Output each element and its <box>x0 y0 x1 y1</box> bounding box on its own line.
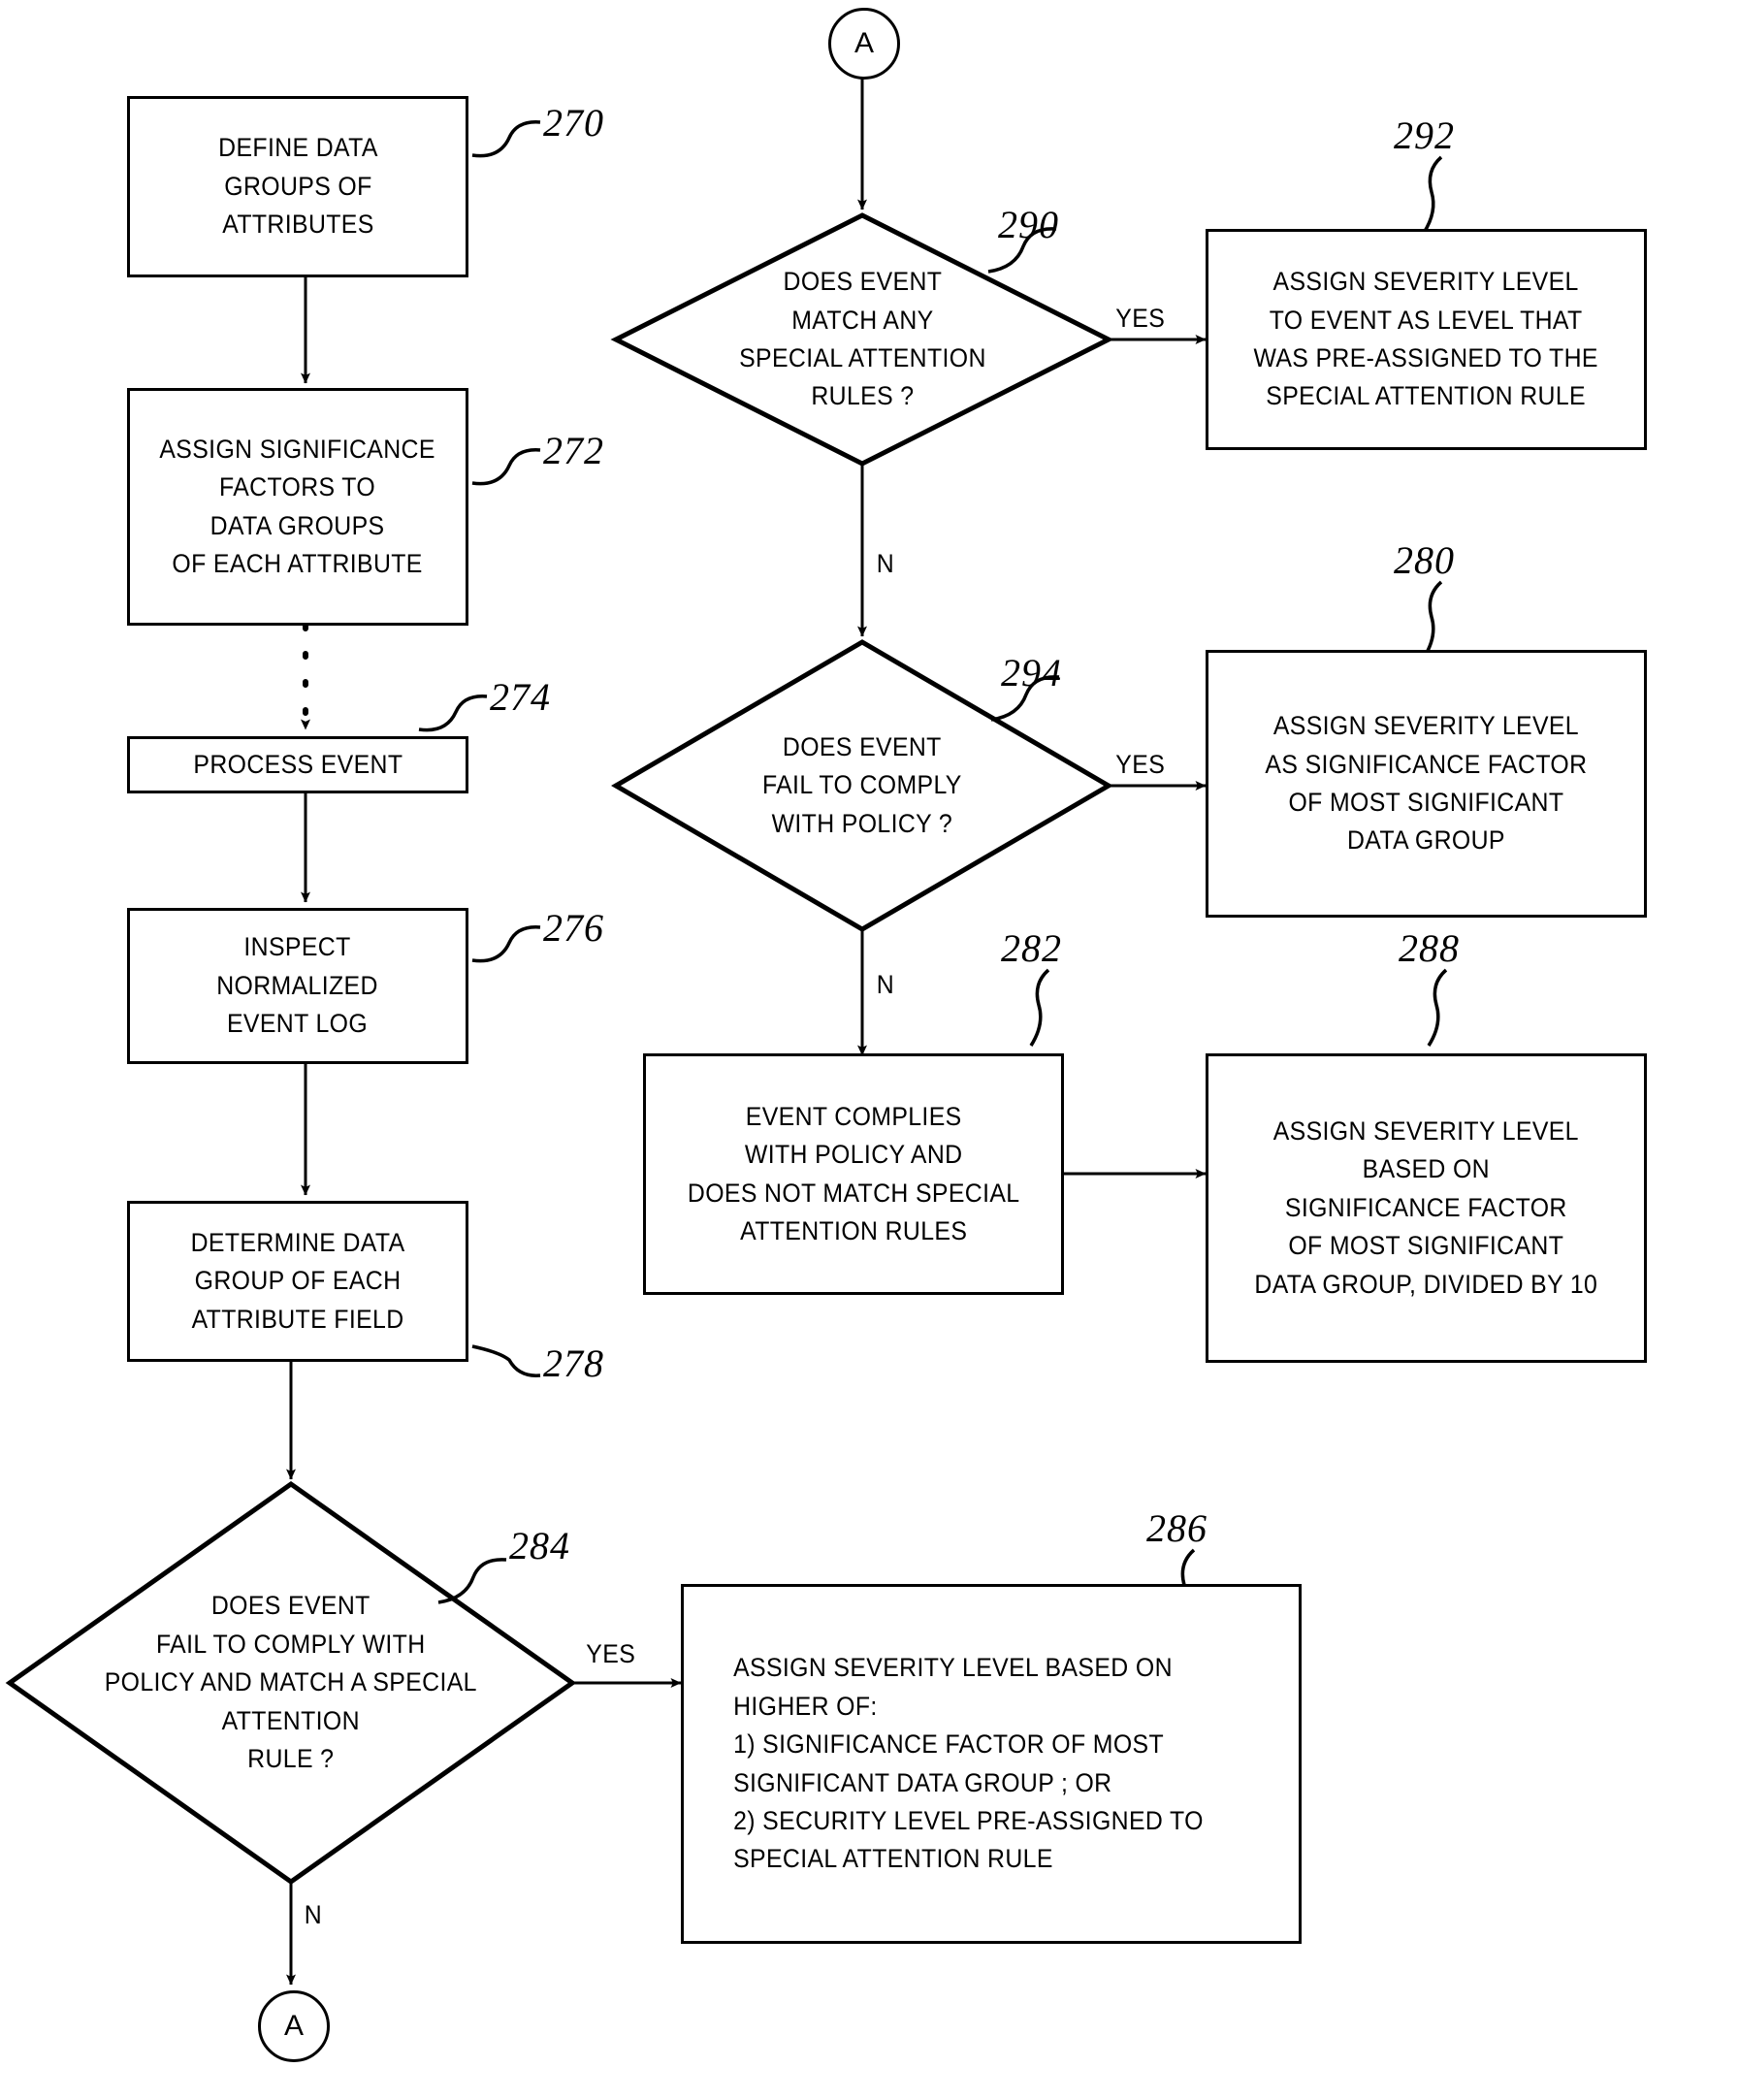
connector-a-bottom-label: A <box>283 2010 304 2042</box>
process-box-assign-significance-factors-text: ASSIGN SIGNIFICANCE FACTORS TO DATA GROU… <box>159 434 436 578</box>
process-box-assign-severity-higher-of-text: ASSIGN SEVERITY LEVEL BASED ON HIGHER OF… <box>733 1653 1204 1874</box>
decision-diamond-fail-comply-and-match-rule-text: DOES EVENT FAIL TO COMPLY WITH POLICY AN… <box>104 1591 478 1774</box>
process-box-event-complies-text: EVENT COMPLIES WITH POLICY AND DOES NOT … <box>687 1101 1020 1245</box>
edge-label-no-284: N <box>304 1900 323 1929</box>
ref-numeral-272: 272 <box>543 429 604 472</box>
decision-diamond-fail-to-comply-with-policy-text: DOES EVENT FAIL TO COMPLY WITH POLICY ? <box>762 731 962 838</box>
process-box-assign-severity-divided-by-10: ASSIGN SEVERITY LEVEL BASED ON SIGNIFICA… <box>1206 1053 1647 1363</box>
process-box-determine-data-group: DETERMINE DATA GROUP OF EACH ATTRIBUTE F… <box>127 1201 468 1362</box>
ref-numeral-276: 276 <box>543 906 604 950</box>
decision-diamond-fail-to-comply-with-policy: DOES EVENT FAIL TO COMPLY WITH POLICY ? <box>659 720 1066 852</box>
flowchart-canvas: A A DEFINE DATA GROUPS OF ATTRIBUTES ASS… <box>0 0 1739 2100</box>
ref-numeral-280: 282 <box>1001 926 1062 970</box>
edge-label-yes-288: YES <box>1115 304 1166 333</box>
ref-numeral-286: 286 <box>1146 1506 1208 1550</box>
process-box-inspect-normalized-event-log: INSPECT NORMALIZED EVENT LOG <box>127 908 468 1064</box>
edge-label-yes-292: YES <box>1115 750 1166 779</box>
ref-numeral-292: 294 <box>1001 651 1062 695</box>
process-box-event-complies: EVENT COMPLIES WITH POLICY AND DOES NOT … <box>643 1053 1064 1295</box>
process-box-define-data-groups: DEFINE DATA GROUPS OF ATTRIBUTES <box>127 96 468 277</box>
connector-a-top-label: A <box>853 27 874 59</box>
process-box-determine-data-group-text: DETERMINE DATA GROUP OF EACH ATTRIBUTE F… <box>190 1227 405 1334</box>
ref-numeral-278: 278 <box>543 1341 604 1385</box>
process-box-process-event: PROCESS EVENT <box>127 736 468 793</box>
connector-a-top: A <box>828 8 900 80</box>
decision-diamond-match-special-attention-rules-text: DOES EVENT MATCH ANY SPECIAL ATTENTION R… <box>738 267 986 411</box>
process-box-define-data-groups-text: DEFINE DATA GROUPS OF ATTRIBUTES <box>217 133 378 240</box>
process-box-assign-severity-higher-of: ASSIGN SEVERITY LEVEL BASED ON HIGHER OF… <box>681 1584 1302 1944</box>
process-box-assign-severity-preassigned-text: ASSIGN SEVERITY LEVEL TO EVENT AS LEVEL … <box>1253 267 1599 411</box>
process-box-assign-significance-factors: ASSIGN SIGNIFICANCE FACTORS TO DATA GROU… <box>127 388 468 626</box>
edge-label-yes-284: YES <box>586 1639 636 1668</box>
edge-label-no-288: N <box>876 549 895 578</box>
ref-numeral-282: 288 <box>1399 926 1460 970</box>
process-box-assign-severity-significance-factor-text: ASSIGN SEVERITY LEVEL AS SIGNIFICANCE FA… <box>1265 711 1588 856</box>
process-box-process-event-text: PROCESS EVENT <box>193 749 403 779</box>
ref-numeral-288: 290 <box>998 203 1059 246</box>
ref-numeral-294: 280 <box>1394 538 1455 582</box>
process-box-assign-severity-significance-factor: ASSIGN SEVERITY LEVEL AS SIGNIFICANCE FA… <box>1206 650 1647 918</box>
ref-numeral-290: 292 <box>1394 113 1455 157</box>
process-box-inspect-normalized-event-log-text: INSPECT NORMALIZED EVENT LOG <box>216 932 379 1039</box>
connector-a-bottom: A <box>258 1990 330 2062</box>
ref-numeral-284: 284 <box>509 1524 570 1567</box>
ref-numeral-270: 270 <box>543 101 604 145</box>
decision-diamond-match-special-attention-rules: DOES EVENT MATCH ANY SPECIAL ATTENTION R… <box>639 254 1085 425</box>
ref-numeral-274: 274 <box>490 675 551 719</box>
edge-label-no-292: N <box>876 970 895 999</box>
process-box-assign-severity-divided-by-10-text: ASSIGN SEVERITY LEVEL BASED ON SIGNIFICA… <box>1254 1115 1598 1299</box>
process-box-assign-severity-preassigned: ASSIGN SEVERITY LEVEL TO EVENT AS LEVEL … <box>1206 229 1647 450</box>
decision-diamond-fail-comply-and-match-rule: DOES EVENT FAIL TO COMPLY WITH POLICY AN… <box>29 1574 553 1792</box>
